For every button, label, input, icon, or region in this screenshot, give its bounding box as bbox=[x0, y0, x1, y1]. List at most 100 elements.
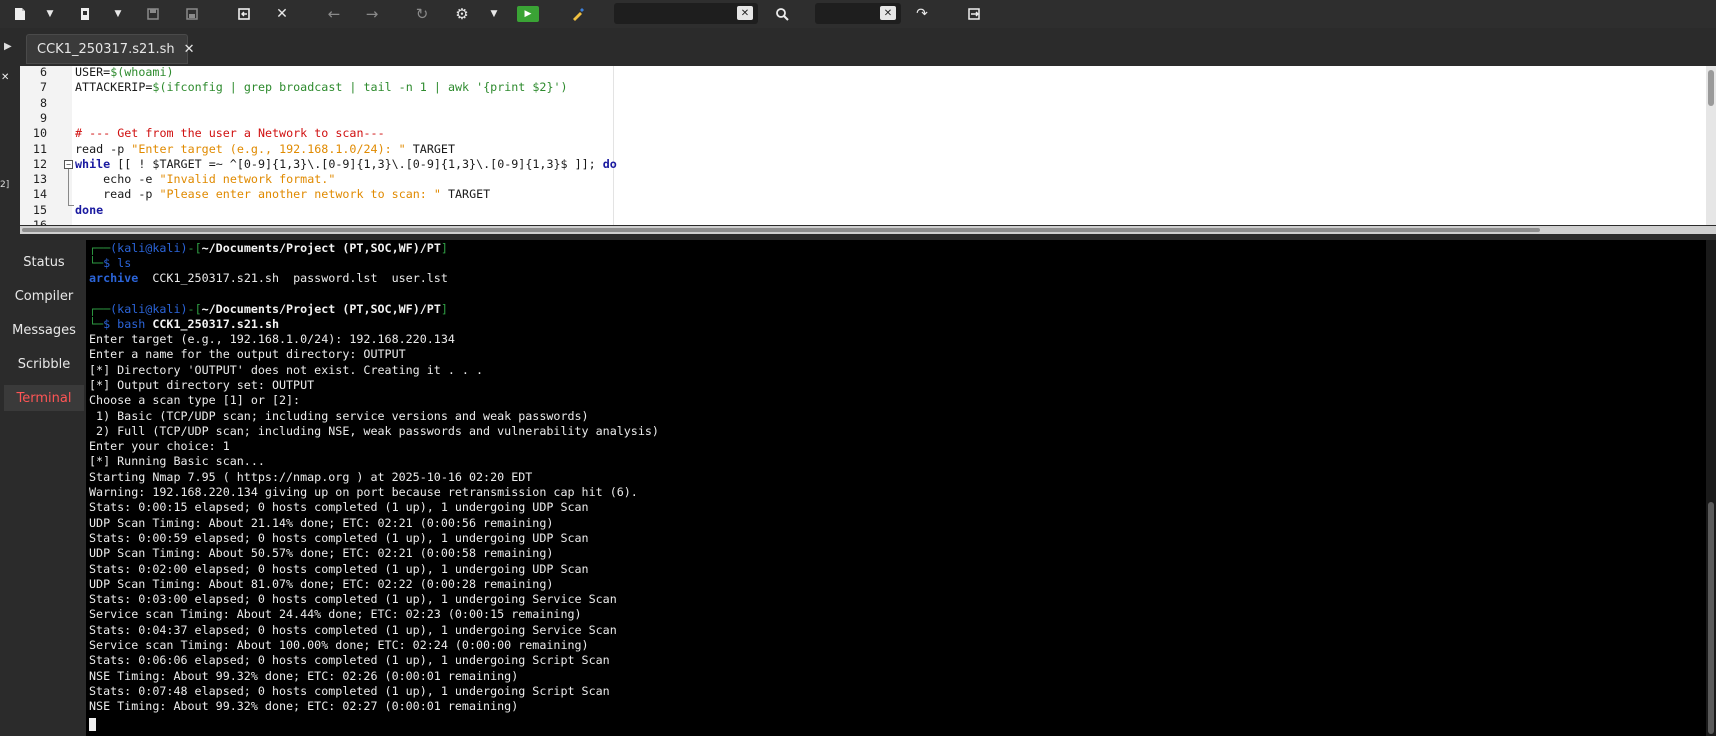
terminal-output-line: [*] Running Basic scan... bbox=[89, 454, 265, 469]
new-file-icon[interactable] bbox=[10, 4, 30, 24]
color-picker-icon[interactable] bbox=[568, 4, 588, 24]
code-token: read -p bbox=[75, 187, 160, 202]
terminal-output-line: Stats: 0:00:15 elapsed; 0 hosts complete… bbox=[89, 500, 589, 515]
code-token: USER= bbox=[75, 66, 111, 79]
line-number: 11 bbox=[32, 141, 47, 156]
fold-line bbox=[68, 205, 74, 206]
command-text: bash bbox=[117, 317, 146, 331]
line-number: 13 bbox=[32, 172, 47, 187]
search-icon[interactable] bbox=[772, 4, 792, 24]
file-list: CCK1_250317.s21.sh password.lst user.lst bbox=[138, 271, 448, 285]
line-number: 15 bbox=[32, 202, 47, 217]
left-strip: ✕ 2] bbox=[0, 66, 20, 230]
prompt-path: ~/Documents/Project (PT,SOC,WF)/PT bbox=[201, 302, 441, 316]
tab-file[interactable]: CCK1_250317.s21.sh ✕ bbox=[26, 34, 195, 64]
directory-name: archive bbox=[89, 271, 139, 285]
line-number-gutter: 6 7 8 9 10 11 12 13 14 15 16 bbox=[20, 66, 72, 225]
terminal-output-line: Choose a scan type [1] or [2]: bbox=[89, 393, 301, 408]
line-number: 14 bbox=[32, 187, 47, 202]
terminal-output-line: Starting Nmap 7.95 ( https://nmap.org ) … bbox=[89, 469, 533, 484]
long-line-marker bbox=[613, 66, 614, 225]
open-file-icon[interactable] bbox=[76, 4, 96, 24]
tab-label: CCK1_250317.s21.sh bbox=[37, 41, 175, 57]
terminal-output-line: 2) Full (TCP/UDP scan; including NSE, we… bbox=[89, 423, 659, 438]
code-line: ATTACKERIP=$(ifconfig | grep broadcast |… bbox=[75, 80, 568, 94]
terminal-cursor bbox=[89, 718, 96, 731]
command-arg: CCK1_250317.s21.sh bbox=[152, 317, 280, 331]
terminal-output-line: [*] Directory 'OUTPUT' does not exist. C… bbox=[89, 362, 484, 377]
code-token: # --- Get from the user a Network to sca… bbox=[75, 126, 385, 141]
terminal-output-line: NSE Timing: About 99.32% done; ETC: 02:2… bbox=[89, 668, 519, 683]
save-icon[interactable] bbox=[143, 4, 163, 24]
tab-messages[interactable]: Messages bbox=[4, 317, 84, 343]
terminal-output-line: Service scan Timing: About 100.00% done;… bbox=[89, 638, 589, 652]
terminal-output-line: Stats: 0:04:37 elapsed; 0 hosts complete… bbox=[89, 622, 617, 637]
code-line: # --- Get from the user a Network to sca… bbox=[75, 126, 385, 140]
code-token: done bbox=[75, 202, 104, 217]
toolbar: ▼ ▼ ✕ ← → ↻ ⚙ ▼ ▶ ✕ ✕ ↷ bbox=[0, 0, 1716, 28]
code-line: done bbox=[75, 203, 103, 217]
terminal-output-line: Stats: 0:02:00 elapsed; 0 hosts complete… bbox=[89, 561, 589, 576]
clear-icon[interactable]: ✕ bbox=[880, 6, 896, 20]
command-text: ls bbox=[117, 256, 132, 270]
gear-icon[interactable]: ⚙ bbox=[452, 4, 472, 24]
code-line: while [[ ! $TARGET =~ ^[0-9]{1,3}\.[0-9]… bbox=[75, 157, 617, 171]
quit-icon[interactable] bbox=[964, 4, 984, 24]
jump-to-line-icon[interactable]: ↷ bbox=[912, 4, 932, 24]
line-number: 7 bbox=[39, 80, 47, 95]
close-icon[interactable]: ✕ bbox=[272, 4, 292, 24]
terminal-output-line: Stats: 0:03:00 elapsed; 0 hosts complete… bbox=[89, 592, 617, 607]
editor-horizontal-scrollbar[interactable] bbox=[20, 226, 1716, 234]
command-line: └─$ ls bbox=[89, 256, 132, 270]
tab-close-icon[interactable]: ✕ bbox=[184, 42, 195, 57]
tab-terminal[interactable]: Terminal bbox=[4, 385, 84, 411]
terminal-output-line: UDP Scan Timing: About 21.14% done; ETC:… bbox=[89, 515, 554, 530]
prompt-path: ~/Documents/Project (PT,SOC,WF)/PT bbox=[201, 241, 441, 255]
prompt-line: ┌──(kali@kali)-[~/Documents/Project (PT,… bbox=[89, 241, 448, 255]
terminal-output-line: Enter your choice: 1 bbox=[89, 439, 230, 454]
chevron-down-icon[interactable]: ▼ bbox=[112, 4, 124, 24]
terminal-output-line: [*] Output directory set: OUTPUT bbox=[89, 377, 315, 392]
editor-vertical-scrollbar[interactable] bbox=[1706, 66, 1716, 225]
tab-status[interactable]: Status bbox=[4, 249, 84, 275]
terminal-output-line: Enter a name for the output directory: O… bbox=[89, 347, 406, 362]
save-all-icon[interactable] bbox=[182, 4, 202, 24]
run-icon[interactable]: ▶ bbox=[517, 6, 539, 22]
code-token: "Enter target (e.g., 192.168.1.0/24): " bbox=[131, 141, 406, 156]
terminal-scrollbar[interactable] bbox=[1706, 240, 1716, 736]
tab-scribble[interactable]: Scribble bbox=[4, 351, 84, 377]
tab-compiler[interactable]: Compiler bbox=[4, 283, 84, 309]
close-icon[interactable]: ✕ bbox=[1, 72, 9, 83]
chevron-down-icon[interactable]: ▼ bbox=[44, 4, 56, 24]
terminal-output-line: Stats: 0:00:59 elapsed; 0 hosts complete… bbox=[89, 530, 589, 545]
code-token: TARGET bbox=[440, 187, 491, 202]
code-line: read -p "Please enter another network to… bbox=[75, 187, 490, 201]
back-icon[interactable]: ← bbox=[324, 4, 344, 24]
code-line: read -p "Enter target (e.g., 192.168.1.0… bbox=[75, 142, 455, 156]
prompt-user-host: (kali@kali) bbox=[110, 241, 188, 255]
ls-output: archive CCK1_250317.s21.sh password.lst … bbox=[89, 271, 448, 285]
terminal-output-line: Stats: 0:06:06 elapsed; 0 hosts complete… bbox=[89, 653, 610, 668]
prompt-user-host: (kali@kali) bbox=[110, 302, 188, 316]
reload-icon[interactable]: ↻ bbox=[412, 4, 432, 24]
revert-icon[interactable] bbox=[234, 4, 254, 24]
code-token: "Please enter another network to scan: " bbox=[159, 187, 441, 202]
code-token: echo -e bbox=[75, 172, 160, 187]
code-token: [[ ! $TARGET =~ ^[0-9]{1,3}\.[0-9]{1,3}\… bbox=[110, 156, 603, 171]
code-editor[interactable]: 6 7 8 9 10 11 12 13 14 15 16 − USER=$(whoami) ATTAC… bbox=[20, 66, 1706, 225]
chevron-down-icon[interactable]: ▼ bbox=[488, 4, 500, 24]
terminal-output-line: NSE Timing: About 99.32% done; ETC: 02:2… bbox=[89, 699, 519, 714]
sidebar-toggle-icon[interactable]: ▶ bbox=[4, 41, 12, 52]
terminal-output-line: UDP Scan Timing: About 81.07% done; ETC:… bbox=[89, 576, 554, 591]
line-number: 10 bbox=[32, 126, 47, 141]
terminal-output-line: 1) Basic (TCP/UDP scan; including servic… bbox=[89, 408, 589, 423]
terminal[interactable]: ┌──(kali@kali)-[~/Documents/Project (PT,… bbox=[86, 240, 1706, 736]
fold-icon[interactable]: − bbox=[64, 160, 73, 169]
code-line: USER=$(whoami) bbox=[75, 66, 174, 79]
clear-icon[interactable]: ✕ bbox=[737, 6, 753, 20]
line-number: 9 bbox=[39, 110, 47, 125]
terminal-output-line: UDP Scan Timing: About 50.57% done; ETC:… bbox=[89, 546, 554, 561]
code-token: while bbox=[75, 156, 111, 171]
forward-icon[interactable]: → bbox=[362, 4, 382, 24]
code-token: "Invalid network format." bbox=[159, 172, 336, 187]
